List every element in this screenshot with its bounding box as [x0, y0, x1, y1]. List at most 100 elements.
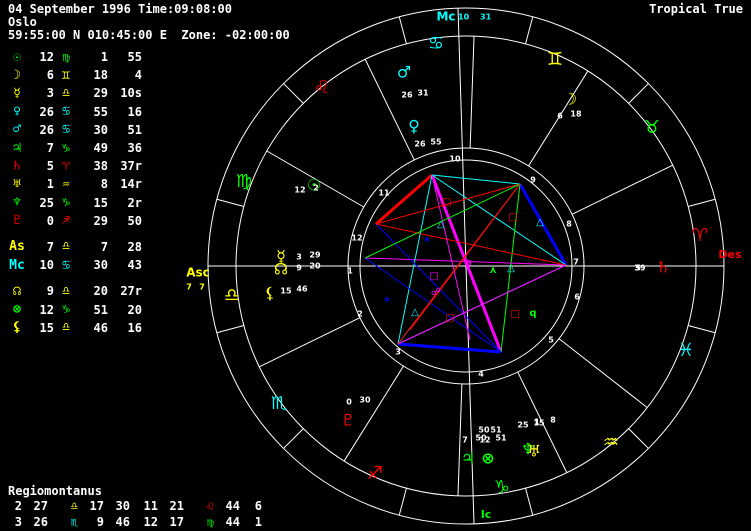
aspect-marker: △ [536, 217, 544, 228]
sign-boundary [283, 83, 304, 104]
planet-degree-label: 26 [414, 140, 426, 149]
planet-degree-label: 1 [534, 418, 540, 427]
aspect-marker: ✶ [423, 235, 431, 246]
house-cusp-line [571, 164, 673, 215]
planet-glyph-icon: ☊ [274, 260, 288, 279]
house-number-label: 10 [449, 155, 461, 164]
aspect-marker: ✶ [383, 295, 391, 306]
aspect-marker: ⋏ [489, 265, 497, 276]
house-number-label: 6 [574, 293, 580, 302]
planet-degree-label: 26 [401, 91, 413, 100]
house-number-label: 4 [478, 370, 484, 379]
planet-glyph-icon: ⊗ [481, 449, 494, 468]
planet-minute-label: 8 [550, 416, 556, 425]
planet-degree-label: 6 [557, 112, 563, 121]
house-cusp-line [259, 317, 361, 368]
zodiac-sign-icon: ♐ [367, 463, 383, 484]
planet-minute-label: 51 [495, 434, 507, 443]
house-number-label: 12 [351, 234, 362, 243]
planet-glyph-icon: ⚸ [264, 284, 276, 303]
planet-glyph-icon: ☽ [563, 90, 577, 109]
mc-minute: 31 [480, 13, 492, 22]
house-number-label: 2 [357, 310, 363, 319]
sign-boundary [525, 488, 534, 516]
aspect-marker: q [529, 308, 536, 319]
aspect-marker: △ [437, 219, 445, 230]
planet-minute-label: 31 [417, 89, 429, 98]
des-degree: 39 [634, 264, 646, 273]
planet-degree-label: 25 [517, 421, 529, 430]
zodiac-sign-icon: ♑ [494, 477, 510, 498]
planet-minute-label: 30 [359, 396, 371, 405]
house-number-label: 1 [347, 267, 353, 276]
mc-label: Mc [436, 10, 455, 24]
planet-degree-label: 9 [296, 264, 302, 273]
planet-glyph-icon: ♇ [341, 411, 355, 430]
planet-glyph-icon: ♃ [461, 449, 475, 468]
house-number-label: 5 [548, 336, 554, 345]
planet-degree-label: 7 [462, 436, 468, 445]
sign-boundary [216, 325, 244, 334]
aspect-line [431, 174, 567, 266]
aspect-line [397, 342, 502, 354]
sign-boundary [688, 198, 716, 207]
mc-degree: 10 [458, 13, 470, 22]
aspect-marker: □ [445, 313, 454, 324]
sign-boundary [688, 325, 716, 334]
house-number-label: 8 [566, 220, 572, 229]
zodiac-sign-icon: ♏ [271, 393, 287, 414]
planet-glyph-icon: ♂ [397, 63, 411, 82]
planet-minute-label: 46 [296, 285, 308, 294]
planet-minute-label: 18 [570, 110, 582, 119]
sign-boundary [628, 428, 649, 449]
planet-glyph-icon: ♅ [527, 442, 541, 461]
planet-glyph-icon: ♄ [656, 258, 670, 277]
aspect-marker: △ [507, 263, 515, 274]
sign-boundary [525, 16, 534, 44]
aspect-marker: ☍ [431, 287, 441, 298]
aspect-marker: □ [510, 309, 519, 320]
zodiac-sign-icon: ♎ [224, 285, 240, 306]
zodiac-sign-icon: ♊ [547, 49, 563, 70]
planet-minute-label: 55 [430, 138, 442, 147]
planet-degree-label: 0 [346, 398, 352, 407]
aspect-marker: □ [508, 212, 517, 223]
zodiac-sign-icon: ♌ [314, 77, 330, 98]
house-cusp-line [469, 36, 475, 149]
sign-boundary [398, 488, 407, 516]
zodiac-sign-icon: ♉ [644, 117, 660, 138]
planet-degree-label: 3 [296, 253, 302, 262]
des-label: Des [718, 248, 742, 261]
zodiac-sign-icon: ♍ [236, 171, 252, 192]
planet-minute-label: 2 [313, 184, 319, 193]
planet-minute-label: 29 [309, 251, 321, 260]
planet-degree-label: 15 [280, 287, 292, 296]
astrology-wheel: 123456789101112♋♊♌♉♍♈♎♓♏♒♐♑Mc 10 31Asc7 7De… [186, 7, 742, 525]
planet-degree-label: 12 [479, 436, 490, 445]
asc-minute: 7 [199, 283, 205, 292]
sign-boundary [628, 83, 649, 104]
ic-degree: 50 [478, 426, 490, 435]
aspect-line [431, 174, 521, 185]
aspect-marker: △ [411, 307, 419, 318]
aspect-marker: ⊖ [464, 258, 472, 269]
sign-boundary [398, 16, 407, 44]
house-number-label: 9 [530, 176, 536, 185]
aspect-marker: □ [429, 271, 438, 282]
planet-glyph-icon: ♀ [408, 117, 420, 136]
house-number-label: 7 [573, 258, 579, 267]
zodiac-sign-icon: ♋ [428, 33, 444, 54]
zodiac-sign-icon: ♒ [603, 432, 619, 453]
aspect-marker: □ [442, 197, 451, 208]
aspect-line [397, 183, 521, 345]
asc-label: Asc [186, 266, 210, 280]
planet-minute-label: 20 [309, 262, 321, 271]
sign-boundary [216, 198, 244, 207]
house-number-label: 3 [395, 348, 401, 357]
house-number-label: 11 [378, 189, 390, 198]
sign-boundary [283, 428, 304, 449]
asc-degree: 7 [186, 283, 192, 292]
ic-label: Ic [481, 508, 492, 521]
ic-minute: 51 [490, 426, 502, 435]
zodiac-sign-icon: ♈ [692, 225, 708, 246]
